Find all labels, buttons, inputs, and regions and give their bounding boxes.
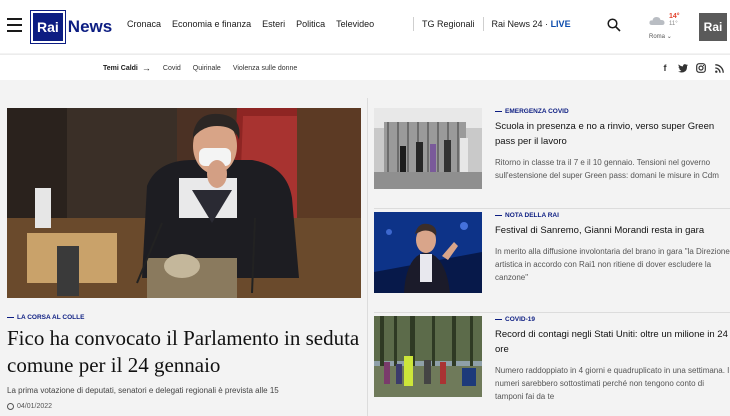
nav-item-cronaca[interactable]: Cronaca bbox=[127, 19, 161, 29]
cloud-icon bbox=[649, 17, 665, 25]
side-article-text: COVID-19 Record di contagi negli Stati U… bbox=[495, 316, 730, 403]
side-article-summary: Ritorno in classe tra il 7 e il 10 genna… bbox=[495, 158, 719, 180]
menu-icon[interactable] bbox=[7, 18, 22, 32]
main-article-date-text: 04/01/2022 bbox=[17, 403, 53, 410]
nav-item-politica[interactable]: Politica bbox=[296, 19, 325, 29]
side-article-image[interactable] bbox=[374, 212, 482, 293]
nav-divider bbox=[413, 17, 414, 31]
weather-widget[interactable]: 14° 11° Roma ⌄ bbox=[647, 12, 687, 44]
social-links: f bbox=[659, 62, 730, 74]
nav-right: TG Regionali Rai News 24 · LIVE bbox=[405, 17, 571, 31]
side-article[interactable]: EMERGENZA COVID Scuola in presenza e no … bbox=[374, 108, 730, 209]
main-article-summary: La prima votazione di deputati, senatori… bbox=[7, 386, 279, 395]
topic-covid[interactable]: Covid bbox=[163, 65, 181, 72]
side-article-kicker[interactable]: EMERGENZA COVID bbox=[495, 108, 730, 115]
main-article-date: 04/01/2022 bbox=[7, 403, 361, 410]
side-article-kicker[interactable]: NOTA DELLA RAI bbox=[495, 212, 730, 219]
column-divider bbox=[367, 98, 368, 416]
rss-icon[interactable] bbox=[713, 62, 725, 74]
rainews-logo[interactable]: Rai News bbox=[30, 10, 113, 44]
side-article-title[interactable]: Scuola in presenza e no a rinvio, verso … bbox=[495, 119, 730, 149]
side-article-summary: Numero raddoppiato in 4 giorni e quadrup… bbox=[495, 366, 730, 401]
rai-logo[interactable]: Rai bbox=[699, 13, 727, 41]
side-article-text: EMERGENZA COVID Scuola in presenza e no … bbox=[495, 108, 730, 182]
main-article-image[interactable] bbox=[7, 108, 361, 298]
hot-topics: Temi Caldi → Covid Quirinale Violenza su… bbox=[103, 63, 309, 73]
logo-news-text: News bbox=[67, 17, 113, 36]
main-article[interactable]: LA CORSA AL COLLE Fico ha convocato il P… bbox=[7, 108, 361, 410]
topic-violenza[interactable]: Violenza sulle donne bbox=[233, 65, 297, 72]
chevron-down-icon: ⌄ bbox=[666, 34, 672, 40]
side-article-image[interactable] bbox=[374, 108, 482, 189]
side-article-kicker[interactable]: COVID-19 bbox=[495, 316, 730, 323]
rainews24-label: Rai News 24 · bbox=[491, 19, 551, 29]
main-article-kicker[interactable]: LA CORSA AL COLLE bbox=[7, 314, 361, 321]
side-articles: EMERGENZA COVID Scuola in presenza e no … bbox=[374, 108, 730, 416]
hot-topics-bar: Temi Caldi → Covid Quirinale Violenza su… bbox=[0, 54, 730, 80]
clock-icon bbox=[7, 403, 14, 410]
arrow-right-icon: → bbox=[141, 63, 151, 73]
top-bar: Rai News Cronaca Economia e finanza Este… bbox=[0, 0, 730, 53]
main-article-title[interactable]: Fico ha convocato il Parlamento in sedut… bbox=[7, 325, 361, 379]
main-nav: Cronaca Economia e finanza Esteri Politi… bbox=[127, 19, 385, 29]
facebook-icon[interactable]: f bbox=[659, 62, 671, 74]
weather-city-name: Roma bbox=[649, 34, 666, 40]
side-article-summary: In merito alla diffusione involontaria d… bbox=[495, 247, 730, 282]
live-badge: LIVE bbox=[550, 19, 571, 29]
nav-item-rainews24[interactable]: Rai News 24 · LIVE bbox=[492, 19, 571, 31]
side-article-title[interactable]: Festival di Sanremo, Gianni Morandi rest… bbox=[495, 223, 730, 238]
side-article-image[interactable] bbox=[374, 316, 482, 397]
nav-item-economia[interactable]: Economia e finanza bbox=[172, 19, 251, 29]
weather-city: Roma ⌄ bbox=[649, 33, 672, 40]
topic-quirinale[interactable]: Quirinale bbox=[193, 65, 221, 72]
side-article[interactable]: NOTA DELLA RAI Festival di Sanremo, Gian… bbox=[374, 212, 730, 313]
temp-max: 14° bbox=[669, 13, 680, 20]
nav-divider bbox=[482, 17, 484, 31]
side-article[interactable]: COVID-19 Record di contagi negli Stati U… bbox=[374, 316, 730, 416]
side-article-text: NOTA DELLA RAI Festival di Sanremo, Gian… bbox=[495, 212, 730, 284]
side-article-title[interactable]: Record di contagi negli Stati Uniti: olt… bbox=[495, 327, 730, 357]
temp-min: 11° bbox=[669, 21, 678, 27]
instagram-icon[interactable] bbox=[695, 62, 707, 74]
nav-item-tg-regionali[interactable]: TG Regionali bbox=[422, 19, 475, 31]
nav-item-televideo[interactable]: Televideo bbox=[336, 19, 374, 29]
nav-item-esteri[interactable]: Esteri bbox=[262, 19, 285, 29]
twitter-icon[interactable] bbox=[677, 62, 689, 74]
hot-topics-label[interactable]: Temi Caldi bbox=[103, 65, 138, 72]
search-icon[interactable] bbox=[607, 18, 621, 32]
logo-rai-text: Rai bbox=[30, 10, 66, 44]
